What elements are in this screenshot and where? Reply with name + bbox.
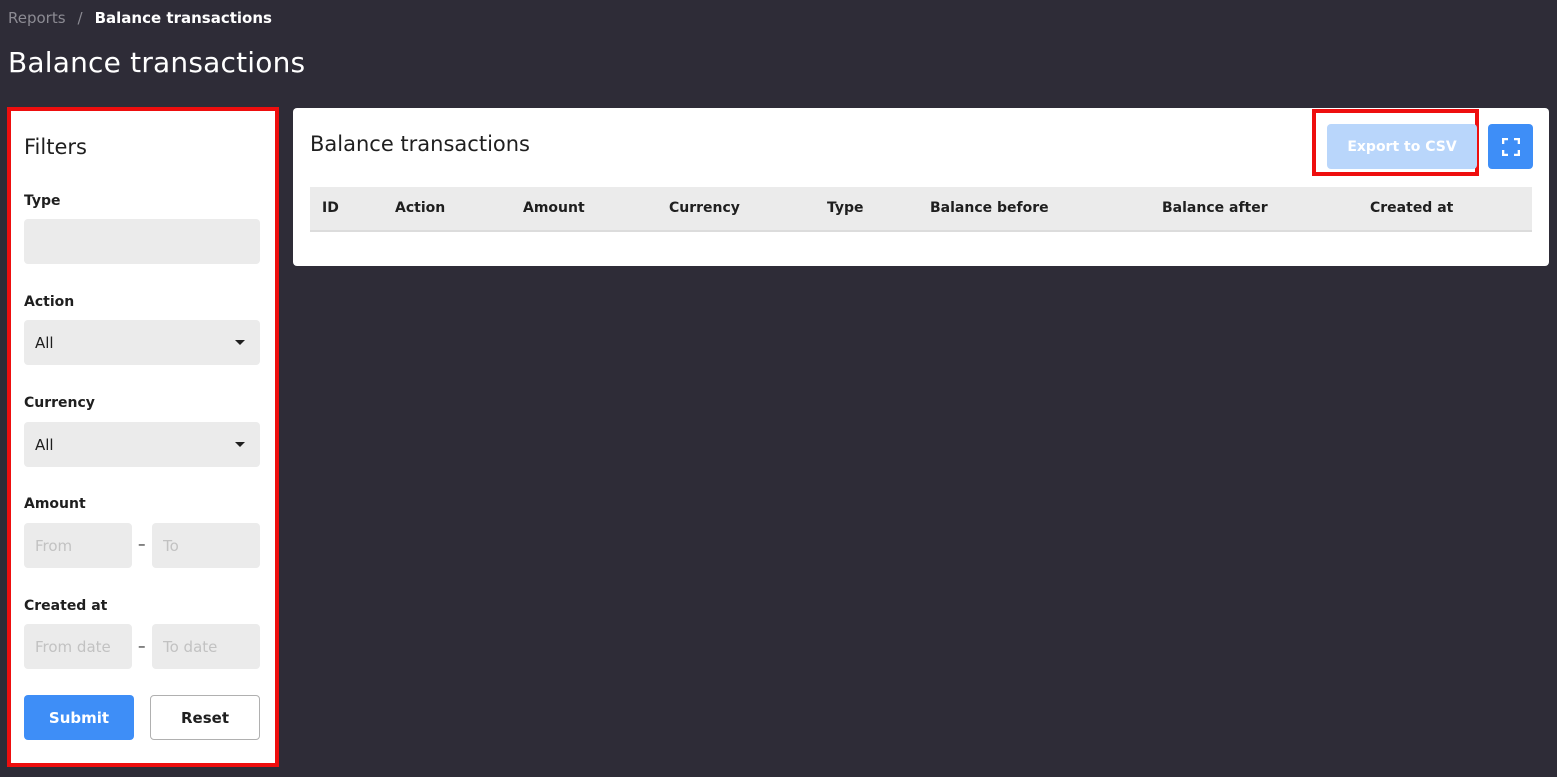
submit-button[interactable]: Submit [24,695,134,740]
caret-down-icon [235,442,245,447]
breadcrumb-separator: / [77,9,83,27]
created-to-date-input[interactable] [152,624,260,669]
column-header-action[interactable]: Action [395,187,445,230]
column-header-balance-before[interactable]: Balance before [930,187,1049,230]
filters-title: Filters [24,135,87,159]
amount-range-separator: – [138,535,146,553]
type-input[interactable] [24,219,260,264]
action-select[interactable]: All [24,320,260,365]
column-header-amount[interactable]: Amount [523,187,585,230]
currency-select-value: All [35,435,54,454]
reset-button[interactable]: Reset [150,695,260,740]
amount-from-input[interactable] [24,523,132,568]
export-csv-button[interactable]: Export to CSV [1327,124,1477,169]
fullscreen-button[interactable] [1488,124,1533,169]
breadcrumb: Reports / Balance transactions [8,8,272,28]
amount-to-input[interactable] [152,523,260,568]
amount-label: Amount [24,496,86,512]
column-header-currency[interactable]: Currency [669,187,740,230]
page-title: Balance transactions [8,46,306,79]
type-label: Type [24,193,61,209]
fullscreen-icon [1501,137,1520,156]
column-header-created-at[interactable]: Created at [1370,187,1453,230]
created-from-date-input[interactable] [24,624,132,669]
breadcrumb-current: Balance transactions [94,9,272,27]
card-title: Balance transactions [310,132,530,156]
column-header-balance-after[interactable]: Balance after [1162,187,1268,230]
currency-select[interactable]: All [24,422,260,467]
column-header-type[interactable]: Type [827,187,864,230]
table-header: ID Action Amount Currency Type Balance b… [310,187,1532,232]
currency-label: Currency [24,395,95,411]
action-label: Action [24,294,75,310]
created-at-label: Created at [24,598,108,614]
created-range-separator: – [138,637,146,655]
filters-panel: Filters Type Action All Currency All Amo… [7,107,279,767]
breadcrumb-link-reports[interactable]: Reports [8,9,66,27]
caret-down-icon [235,340,245,345]
action-select-value: All [35,333,54,352]
transactions-card: Balance transactions Export to CSV ID Ac… [293,108,1549,266]
column-header-id[interactable]: ID [322,187,339,230]
